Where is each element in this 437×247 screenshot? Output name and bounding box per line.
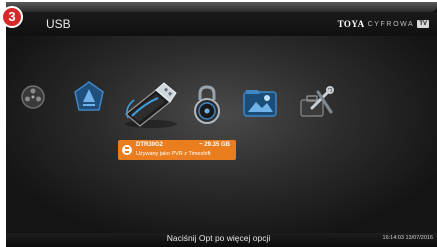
media-reel-icon[interactable] bbox=[20, 84, 46, 110]
brand-logo: TOYA CYFROWA TV bbox=[338, 18, 429, 30]
page-title: USB bbox=[46, 17, 71, 31]
clock: 16:14:03 13/07/2016 bbox=[382, 235, 433, 241]
options-hint: Naciśnij Opt po więcej opcji bbox=[166, 233, 271, 243]
recordings-folder-icon[interactable] bbox=[72, 80, 106, 114]
tv-screen: USB TOYA CYFROWA TV DTR30G2 ~ 29.35 GB U… bbox=[6, 2, 437, 247]
device-info-box: DTR30G2 ~ 29.35 GB Używany jako PVR z Ti… bbox=[118, 140, 236, 160]
brand-toya-text: TOYA bbox=[337, 19, 365, 29]
screen-top-edge bbox=[6, 2, 437, 12]
usb-menu-area: DTR30G2 ~ 29.35 GB Używany jako PVR z Ti… bbox=[6, 36, 437, 233]
device-usage: Używany jako PVR z Timeshift bbox=[136, 151, 211, 157]
device-name: DTR30G2 bbox=[136, 142, 164, 148]
step-badge: 3 bbox=[1, 6, 23, 28]
image-folder-icon[interactable] bbox=[242, 88, 278, 118]
tools-icon[interactable] bbox=[298, 86, 334, 120]
drive-icon bbox=[122, 145, 132, 155]
device-size: ~ 29.35 GB bbox=[199, 142, 230, 148]
brand-cyfrowa-text: CYFROWA bbox=[367, 20, 415, 28]
usb-drive-icon[interactable] bbox=[118, 74, 184, 130]
security-lock-icon[interactable] bbox=[192, 84, 222, 126]
brand-tv-text: TV bbox=[417, 20, 429, 28]
